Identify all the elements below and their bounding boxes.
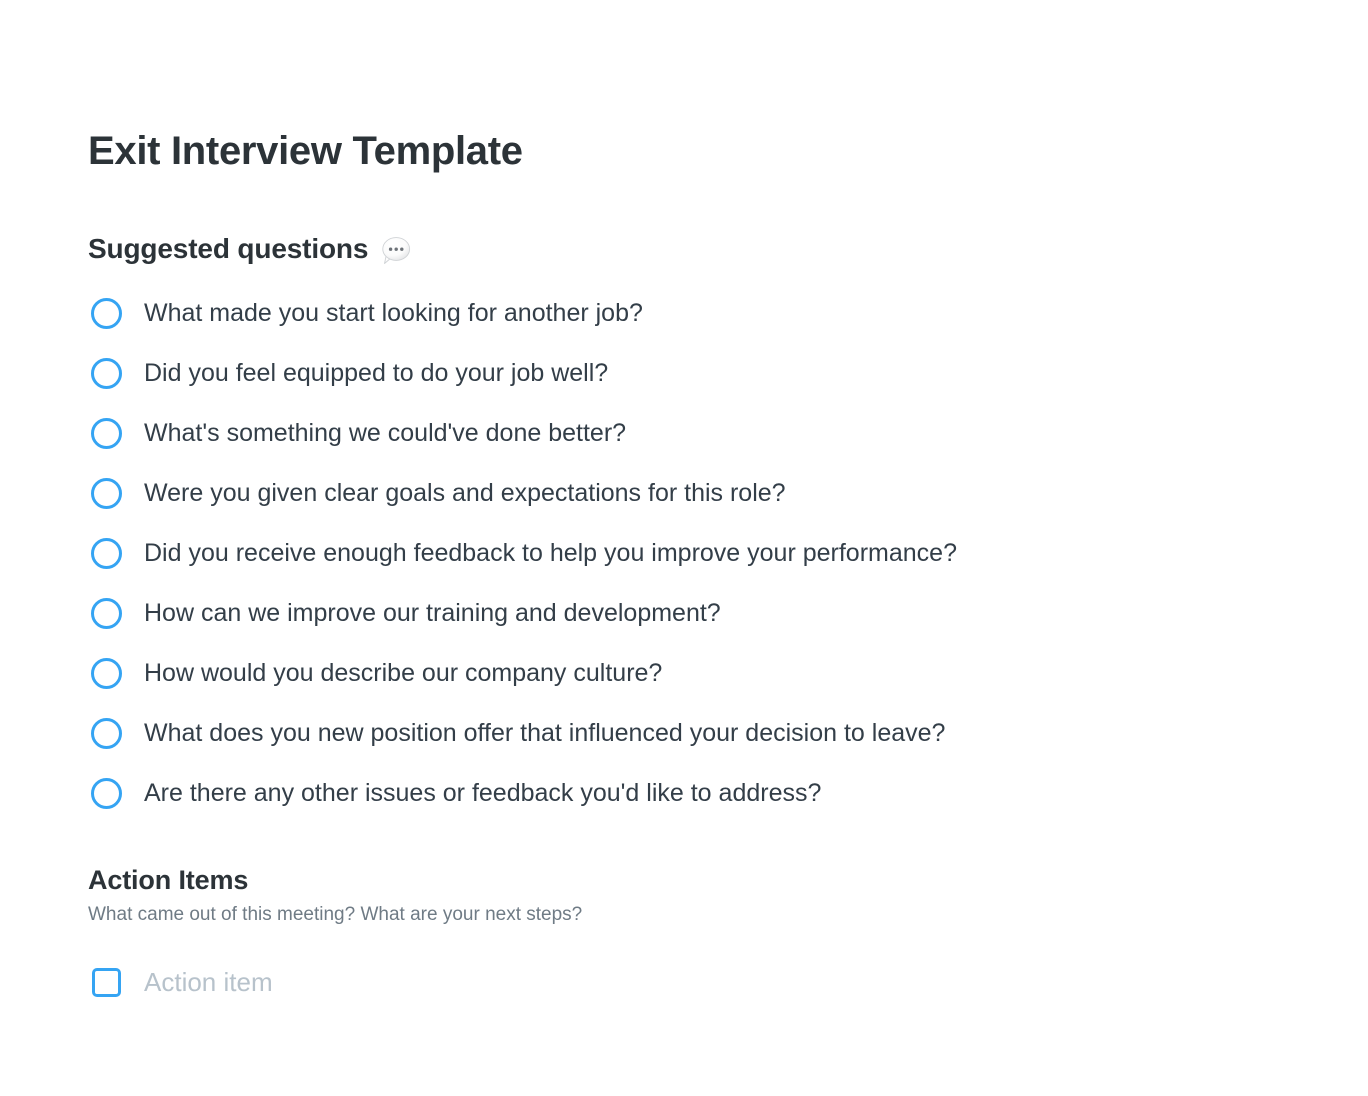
radio-circle-icon[interactable] — [91, 538, 122, 570]
list-item[interactable]: Are there any other issues or feedback y… — [88, 764, 1308, 824]
list-item[interactable]: How can we improve our training and deve… — [88, 584, 1308, 644]
list-item[interactable]: Were you given clear goals and expectati… — [88, 464, 1308, 524]
radio-circle-icon[interactable] — [91, 358, 122, 390]
question-label: Were you given clear goals and expectati… — [144, 478, 786, 507]
suggested-questions-list: What made you start looking for another … — [88, 284, 1308, 824]
question-label: Did you feel equipped to do your job wel… — [144, 358, 609, 387]
suggested-questions-heading-label: Suggested questions — [88, 233, 369, 264]
action-items-description: What came out of this meeting? What are … — [88, 903, 583, 925]
question-label: What does you new position offer that in… — [144, 718, 946, 747]
question-label: How would you describe our company cultu… — [144, 658, 663, 687]
radio-circle-icon[interactable] — [91, 598, 122, 630]
question-label: Did you receive enough feedback to help … — [144, 538, 957, 567]
question-label: What made you start looking for another … — [144, 298, 643, 327]
suggested-questions-heading: Suggested questions — [88, 232, 1308, 266]
checkbox-square-icon[interactable] — [92, 968, 121, 998]
question-label: How can we improve our training and deve… — [144, 598, 721, 627]
action-items-heading: Action Items — [88, 864, 1308, 896]
list-item[interactable]: What's something we could've done better… — [88, 404, 1308, 464]
radio-circle-icon[interactable] — [91, 778, 122, 810]
document-body: Exit Interview Template Suggested questi… — [0, 0, 1368, 1096]
radio-circle-icon[interactable] — [91, 718, 122, 750]
list-item[interactable]: Action item — [88, 960, 1308, 1006]
speech-balloon-icon — [379, 236, 413, 266]
action-item-label: Action item — [144, 967, 273, 998]
list-item[interactable]: How would you describe our company cultu… — [88, 644, 1308, 704]
question-label: What's something we could've done better… — [144, 418, 627, 447]
list-item[interactable]: Did you receive enough feedback to help … — [88, 524, 1308, 584]
action-items-list: Action item — [88, 960, 1308, 1006]
action-items-heading-label: Action Items — [88, 864, 249, 895]
radio-circle-icon[interactable] — [91, 658, 122, 690]
question-label: Are there any other issues or feedback y… — [144, 778, 822, 807]
list-item[interactable]: What made you start looking for another … — [88, 284, 1308, 344]
radio-circle-icon[interactable] — [91, 478, 122, 510]
radio-circle-icon[interactable] — [91, 418, 122, 450]
page-title: Exit Interview Template — [88, 129, 523, 173]
radio-circle-icon[interactable] — [91, 298, 122, 330]
list-item[interactable]: What does you new position offer that in… — [88, 704, 1308, 764]
list-item[interactable]: Did you feel equipped to do your job wel… — [88, 344, 1308, 404]
